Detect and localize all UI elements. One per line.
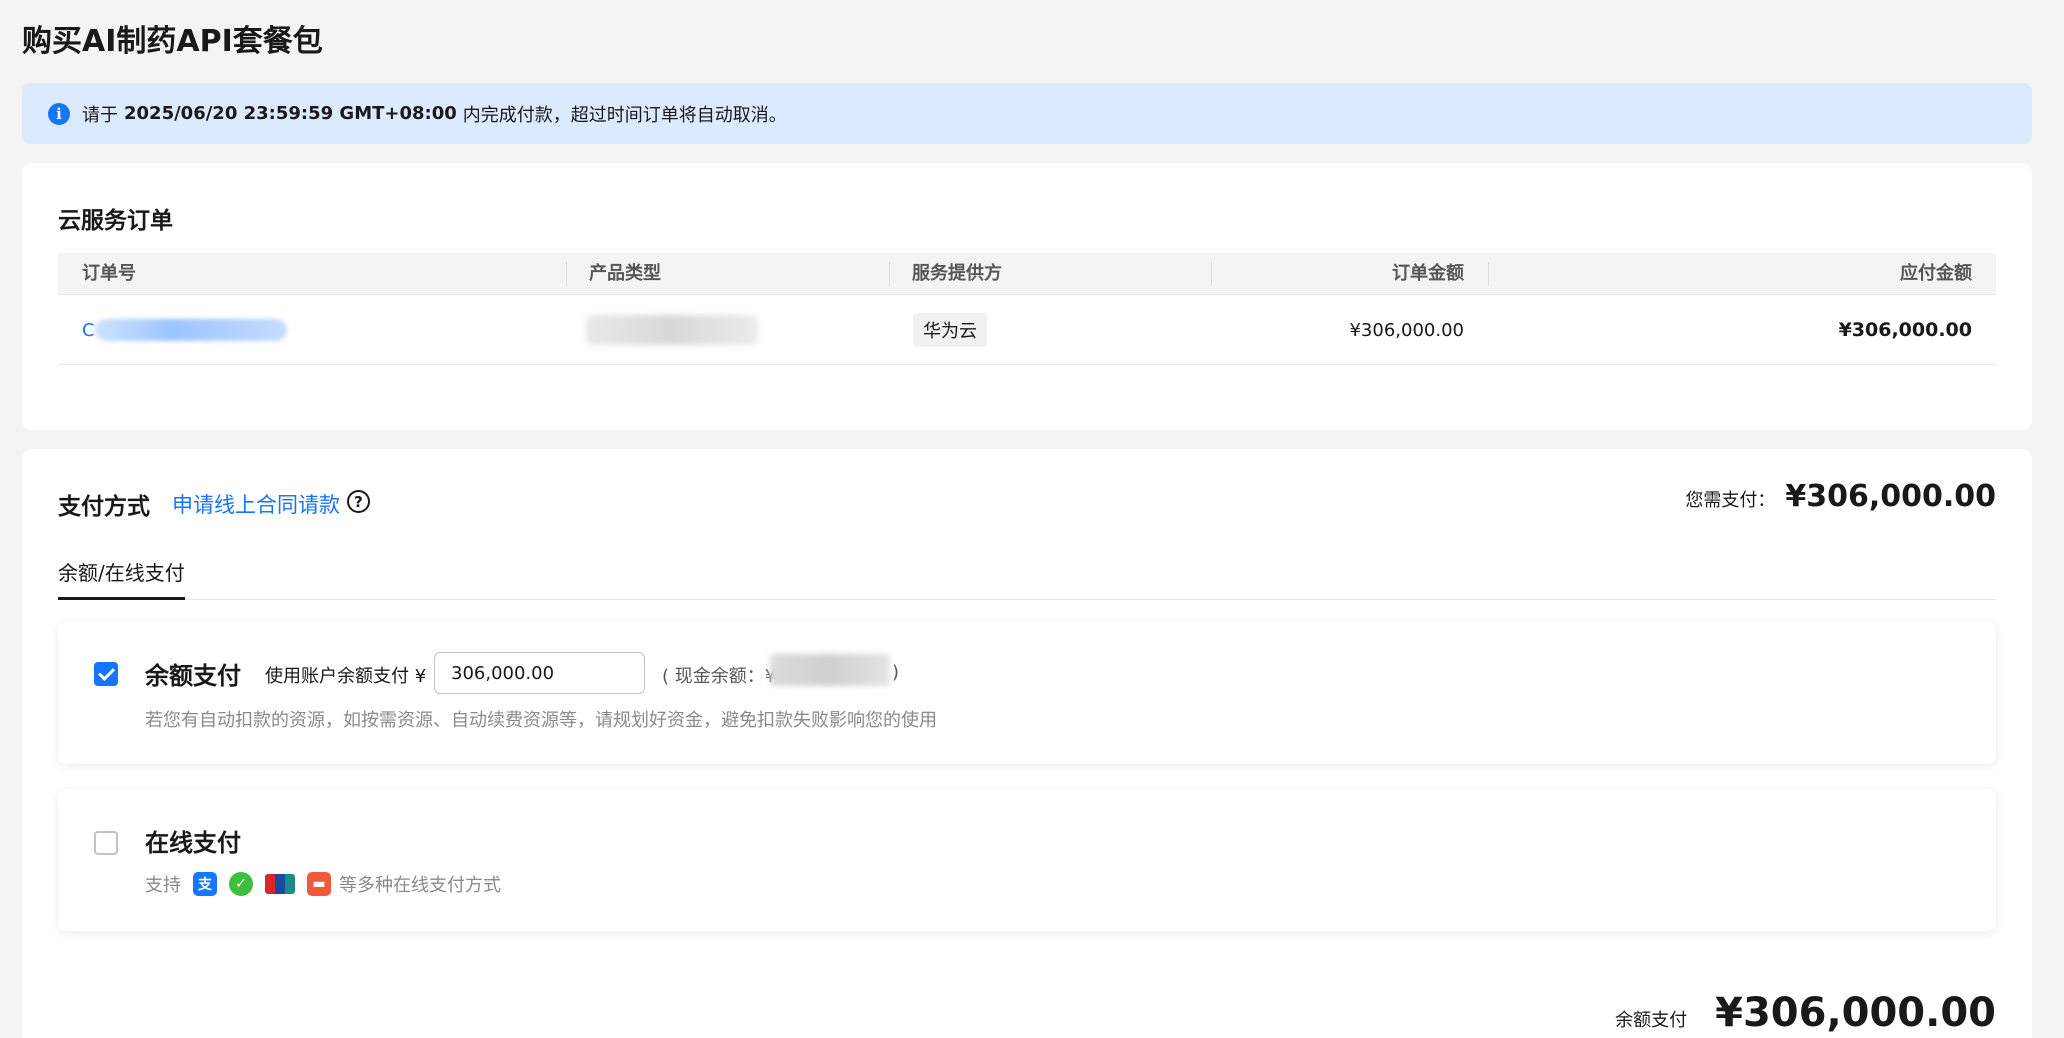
order-amount-cell: ¥306,000.00 <box>1349 319 1464 341</box>
notice-deadline: 2025/06/20 23:59:59 GMT+08:00 <box>124 103 457 124</box>
order-section-title: 云服务订单 <box>58 208 173 234</box>
apply-contract-link[interactable]: 申请线上合同请款 <box>172 489 340 519</box>
order-number-redacted <box>94 319 287 341</box>
help-icon[interactable]: ? <box>347 490 370 513</box>
wechat-pay-icon: ✓ <box>229 872 253 896</box>
product-type-redacted <box>586 315 758 345</box>
column-divider <box>889 262 890 286</box>
card-pay-icon: ▬ <box>307 872 331 896</box>
payment-deadline-notice: i 请于 2025/06/20 23:59:59 GMT+08:00 内完成付款… <box>22 83 2032 144</box>
support-label: 支持 <box>145 875 181 896</box>
cash-balance-redacted <box>770 654 890 686</box>
payable-amount-cell: ¥306,000.00 <box>1838 319 1972 341</box>
alipay-icon: 支 <box>193 872 217 896</box>
column-header-product-type: 产品类型 <box>589 263 661 284</box>
final-pay-label: 余额支付 <box>1615 1010 1688 1031</box>
payment-section-title: 支付方式 <box>58 494 150 520</box>
online-payment-checkbox[interactable] <box>94 831 118 855</box>
payment-card: 支付方式 申请线上合同请款 ? 您需支付： ¥306,000.00 余额/在线支… <box>22 449 2032 1038</box>
product-type-cell <box>586 295 758 365</box>
order-number-prefix: C <box>82 319 95 341</box>
tab-balance-online[interactable]: 余额/在线支付 <box>58 557 185 600</box>
use-balance-label: 使用账户余额支付 ¥ <box>265 666 427 687</box>
column-divider <box>1488 262 1489 286</box>
column-header-provider: 服务提供方 <box>912 263 1002 284</box>
column-divider <box>566 262 567 286</box>
notice-prefix: 请于 <box>82 104 118 126</box>
online-payment-title: 在线支付 <box>145 829 241 857</box>
column-header-order-amount: 订单金额 <box>1392 263 1464 284</box>
payment-tabs: 余额/在线支付 <box>58 549 1996 600</box>
page-title: 购买AI制药API套餐包 <box>22 24 323 59</box>
need-pay-amount: ¥306,000.00 <box>1785 479 1996 514</box>
unionpay-icon <box>265 874 295 894</box>
final-pay-amount: ¥306,000.00 <box>1715 990 1996 1036</box>
order-card: 云服务订单 订单号 产品类型 服务提供方 订单金额 应付金额 C 华为云 ¥30… <box>22 163 2032 430</box>
online-payment-methods: 支持 支 ✓ ▬ 等多种在线支付方式 <box>145 871 501 897</box>
final-pay-summary: 余额支付 ¥306,000.00 <box>1615 990 1996 1036</box>
need-pay-summary: 您需支付： ¥306,000.00 <box>1685 479 1996 514</box>
balance-payment-option: 余额支付 使用账户余额支付 ¥ ( 现金余额：¥ ) 若您有自动扣款的资源，如按… <box>58 622 1996 764</box>
balance-amount-input[interactable] <box>434 652 645 694</box>
column-header-order-no: 订单号 <box>82 263 136 284</box>
need-pay-label: 您需支付： <box>1685 490 1776 511</box>
provider-tag: 华为云 <box>913 313 987 347</box>
provider-cell: 华为云 <box>913 295 987 365</box>
order-number-link[interactable]: C <box>82 295 287 365</box>
column-header-payable-amount: 应付金额 <box>1900 263 1972 284</box>
cash-balance-label: ( 现金余额：¥ <box>662 666 777 687</box>
balance-payment-title: 余额支付 <box>145 662 241 690</box>
balance-payment-hint: 若您有自动扣款的资源，如按需资源、自动续费资源等，请规划好资金，避免扣款失败影响… <box>145 710 937 731</box>
online-methods-tail: 等多种在线支付方式 <box>339 875 501 896</box>
table-row: C 华为云 ¥306,000.00 ¥306,000.00 <box>58 295 1996 365</box>
column-divider <box>1211 262 1212 286</box>
order-table-header: 订单号 产品类型 服务提供方 订单金额 应付金额 <box>58 253 1996 295</box>
notice-suffix: 内完成付款，超过时间订单将自动取消。 <box>462 104 787 126</box>
cash-balance-close: ) <box>892 662 900 683</box>
info-icon: i <box>48 102 70 125</box>
balance-payment-checkbox[interactable] <box>94 662 118 686</box>
online-payment-option: 在线支付 支持 支 ✓ ▬ 等多种在线支付方式 <box>58 789 1996 931</box>
